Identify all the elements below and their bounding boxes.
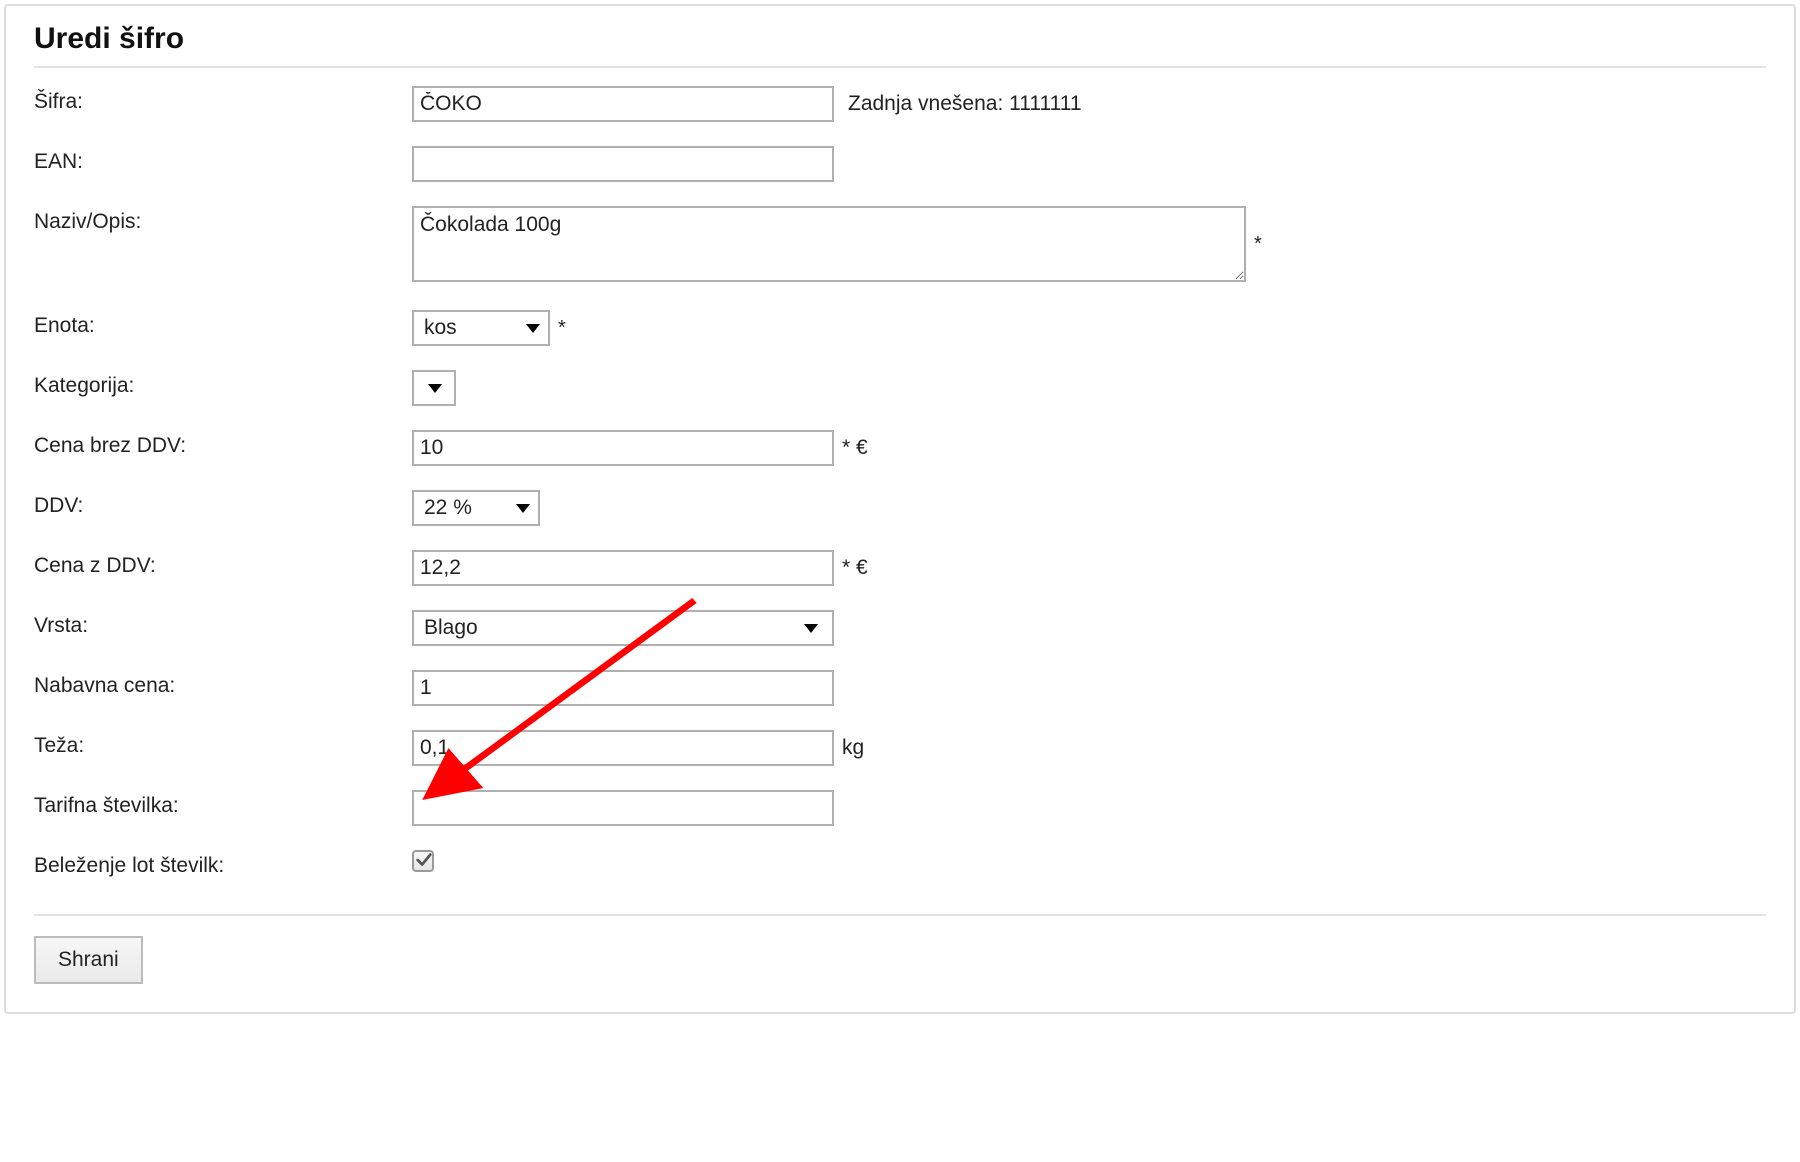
chevron-down-icon bbox=[516, 504, 530, 513]
row-ean: EAN: bbox=[34, 146, 1766, 182]
page-title: Uredi šifro bbox=[34, 22, 1766, 56]
vrsta-value: Blago bbox=[424, 616, 478, 640]
ean-input[interactable] bbox=[412, 146, 834, 182]
row-sifra: Šifra: Zadnja vnešena: 1111111 bbox=[34, 86, 1766, 122]
naziv-textarea[interactable] bbox=[412, 206, 1246, 282]
save-button[interactable]: Shrani bbox=[34, 936, 143, 984]
label-kategorija: Kategorija: bbox=[34, 370, 412, 398]
teza-input[interactable] bbox=[412, 730, 834, 766]
check-icon bbox=[415, 851, 433, 869]
tarifna-input[interactable] bbox=[412, 790, 834, 826]
zadnja-vnesena: Zadnja vnešena: 1111111 bbox=[840, 92, 1082, 116]
label-teza: Teža: bbox=[34, 730, 412, 758]
row-nabavna-cena: Nabavna cena: bbox=[34, 670, 1766, 706]
cena-brez-ddv-suffix: * € bbox=[840, 436, 868, 460]
kategorija-select[interactable] bbox=[412, 370, 456, 406]
cena-z-ddv-input[interactable] bbox=[412, 550, 834, 586]
row-naziv: Naziv/Opis: * bbox=[34, 206, 1766, 282]
naziv-required: * bbox=[1252, 233, 1262, 256]
row-belezenje-lot: Beleženje lot številk: bbox=[34, 850, 1766, 886]
label-cena-z-ddv: Cena z DDV: bbox=[34, 550, 412, 578]
chevron-down-icon bbox=[428, 384, 442, 393]
label-naziv: Naziv/Opis: bbox=[34, 206, 412, 234]
belezenje-lot-checkbox[interactable] bbox=[412, 850, 434, 872]
sifra-input[interactable] bbox=[412, 86, 834, 122]
chevron-down-icon bbox=[526, 324, 540, 333]
vrsta-select[interactable]: Blago bbox=[412, 610, 834, 646]
label-ddv: DDV: bbox=[34, 490, 412, 518]
label-enota: Enota: bbox=[34, 310, 412, 338]
cena-brez-ddv-input[interactable] bbox=[412, 430, 834, 466]
label-nabavna-cena: Nabavna cena: bbox=[34, 670, 412, 698]
label-vrsta: Vrsta: bbox=[34, 610, 412, 638]
enota-select[interactable]: kos bbox=[412, 310, 550, 346]
row-ddv: DDV: 22 % bbox=[34, 490, 1766, 526]
row-vrsta: Vrsta: Blago bbox=[34, 610, 1766, 646]
enota-value: kos bbox=[424, 316, 457, 340]
label-belezenje-lot: Beleženje lot številk: bbox=[34, 850, 412, 878]
enota-required: * bbox=[556, 317, 566, 340]
label-sifra: Šifra: bbox=[34, 86, 412, 114]
row-cena-z-ddv: Cena z DDV: * € bbox=[34, 550, 1766, 586]
cena-z-ddv-suffix: * € bbox=[840, 556, 868, 580]
row-tarifna: Tarifna številka: bbox=[34, 790, 1766, 826]
label-ean: EAN: bbox=[34, 146, 412, 174]
zadnja-vnesena-label: Zadnja vnešena: bbox=[848, 92, 1009, 115]
row-teza: Teža: kg bbox=[34, 730, 1766, 766]
divider-top bbox=[34, 66, 1766, 68]
ddv-select[interactable]: 22 % bbox=[412, 490, 540, 526]
ddv-value: 22 % bbox=[424, 496, 472, 520]
zadnja-vnesena-value: 1111111 bbox=[1009, 92, 1081, 115]
label-cena-brez-ddv: Cena brez DDV: bbox=[34, 430, 412, 458]
row-kategorija: Kategorija: bbox=[34, 370, 1766, 406]
label-tarifna: Tarifna številka: bbox=[34, 790, 412, 818]
teza-suffix: kg bbox=[840, 736, 864, 760]
edit-item-panel: Uredi šifro Šifra: Zadnja vnešena: 11111… bbox=[4, 4, 1796, 1014]
nabavna-cena-input[interactable] bbox=[412, 670, 834, 706]
chevron-down-icon bbox=[804, 624, 818, 633]
divider-bottom bbox=[34, 914, 1766, 916]
row-enota: Enota: kos * bbox=[34, 310, 1766, 346]
row-cena-brez-ddv: Cena brez DDV: * € bbox=[34, 430, 1766, 466]
